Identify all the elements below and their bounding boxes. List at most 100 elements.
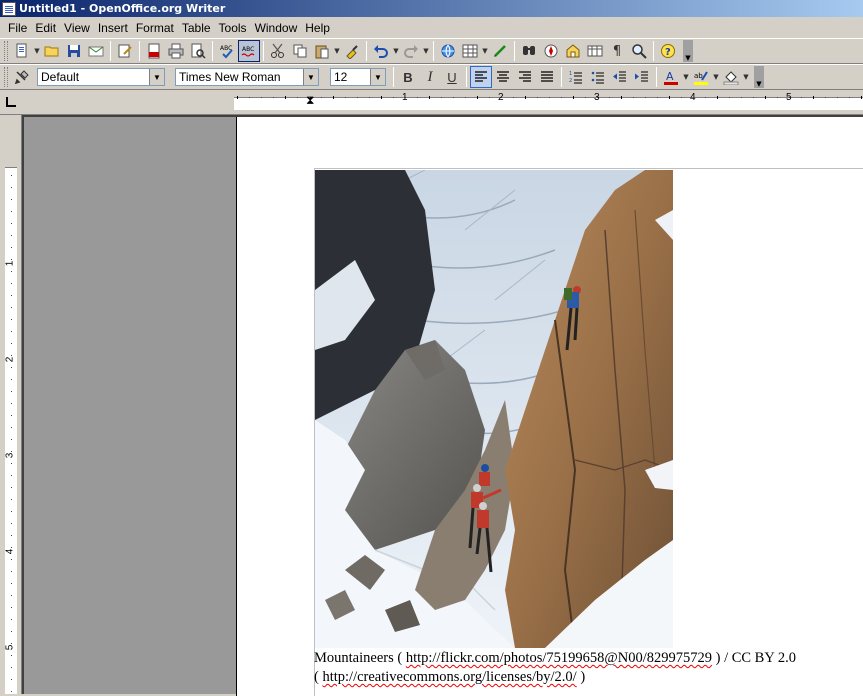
redo-dropdown-arrow[interactable]: ▼ xyxy=(422,40,430,62)
menu-format[interactable]: Format xyxy=(132,19,178,37)
ruler-tick xyxy=(11,691,12,692)
caption-prefix: Mountaineers ( xyxy=(314,650,406,666)
redo-icon[interactable] xyxy=(400,40,422,62)
increase-indent-icon[interactable] xyxy=(631,66,653,88)
ruler-tick xyxy=(11,547,12,548)
horizontal-ruler[interactable]: ⧗ 1 2 3 4 5 xyxy=(22,91,863,115)
ruler-tick xyxy=(549,97,550,98)
data-sources-icon[interactable] xyxy=(584,40,606,62)
background-color-dropdown-arrow[interactable]: ▼ xyxy=(742,66,750,88)
align-right-icon[interactable] xyxy=(514,66,536,88)
navigator-icon[interactable] xyxy=(540,40,562,62)
ruler-tick xyxy=(11,463,12,464)
autospellcheck-icon[interactable]: ABC xyxy=(238,40,260,62)
mountaineers-photo-drawing xyxy=(315,170,673,648)
toolbar-grip[interactable] xyxy=(4,41,8,61)
paragraph-style-value: Default xyxy=(41,70,80,84)
paste-icon[interactable] xyxy=(311,40,333,62)
styles-formatting-icon[interactable] xyxy=(11,66,33,88)
zoom-icon[interactable] xyxy=(628,40,650,62)
toolbar-separator xyxy=(433,41,434,61)
caption-url-license[interactable]: http://creativecommons.org/licenses/by/2… xyxy=(322,669,576,685)
caption-close-paren: ) xyxy=(576,669,586,685)
save-icon[interactable] xyxy=(63,40,85,62)
spellcheck-icon[interactable]: ABC xyxy=(216,40,238,62)
ruler-tick xyxy=(11,511,12,512)
undo-dropdown-arrow[interactable]: ▼ xyxy=(392,40,400,62)
export-pdf-icon[interactable] xyxy=(143,40,165,62)
copy-icon[interactable] xyxy=(289,40,311,62)
menu-tools[interactable]: Tools xyxy=(215,19,251,37)
hyperlink-icon[interactable] xyxy=(437,40,459,62)
page-preview-icon[interactable] xyxy=(187,40,209,62)
highlighting-dropdown-arrow[interactable]: ▼ xyxy=(712,66,720,88)
undo-icon[interactable] xyxy=(370,40,392,62)
paste-dropdown-arrow[interactable]: ▼ xyxy=(333,40,341,62)
font-size-select[interactable]: 12 ▼ xyxy=(330,68,386,86)
decrease-indent-icon[interactable] xyxy=(609,66,631,88)
ruler-tick xyxy=(789,97,790,98)
show-draw-functions-icon[interactable] xyxy=(489,40,511,62)
print-icon[interactable] xyxy=(165,40,187,62)
menu-window[interactable]: Window xyxy=(251,19,302,37)
numbering-icon[interactable]: 12 xyxy=(565,66,587,88)
indent-marker[interactable]: ⧗ xyxy=(306,93,314,108)
highlighting-icon[interactable]: ab xyxy=(690,66,712,88)
menu-view[interactable]: View xyxy=(60,19,94,37)
menu-table[interactable]: Table xyxy=(178,19,215,37)
align-left-icon[interactable] xyxy=(470,66,492,88)
help-icon[interactable]: ? xyxy=(657,40,679,62)
ruler-tick xyxy=(729,97,730,98)
toolbar-overflow-arrow[interactable]: ▼ xyxy=(754,66,764,88)
new-document-icon[interactable] xyxy=(11,40,33,62)
ruler-tick xyxy=(11,199,12,200)
underline-icon[interactable]: U xyxy=(441,66,463,88)
document-workspace[interactable]: Mountaineers ( http://flickr.com/photos/… xyxy=(22,115,863,696)
ruler-tick xyxy=(645,97,646,98)
new-dropdown-arrow[interactable]: ▼ xyxy=(33,40,41,62)
menu-help[interactable]: Help xyxy=(301,19,334,37)
edit-file-icon[interactable] xyxy=(114,40,136,62)
caption-line-1: Mountaineers ( http://flickr.com/photos/… xyxy=(314,649,863,668)
gallery-icon[interactable] xyxy=(562,40,584,62)
mountaineers-photo[interactable] xyxy=(315,170,673,648)
email-icon[interactable] xyxy=(85,40,107,62)
menu-insert[interactable]: Insert xyxy=(94,19,132,37)
image-caption[interactable]: Mountaineers ( http://flickr.com/photos/… xyxy=(314,649,863,687)
menu-bar: File Edit View Insert Format Table Tools… xyxy=(0,18,863,38)
vertical-ruler[interactable]: 1 2 3 4 5 xyxy=(0,115,22,694)
font-color-dropdown-arrow[interactable]: ▼ xyxy=(682,66,690,88)
text-boundary-line xyxy=(314,168,863,169)
bold-icon[interactable]: B xyxy=(397,66,419,88)
table-dropdown-arrow[interactable]: ▼ xyxy=(481,40,489,62)
open-folder-icon[interactable] xyxy=(41,40,63,62)
font-name-select[interactable]: Times New Roman ▼ xyxy=(175,68,319,86)
formatting-marks-icon[interactable]: ¶ xyxy=(606,40,628,62)
clone-formatting-icon[interactable] xyxy=(341,40,363,62)
chevron-down-icon[interactable]: ▼ xyxy=(149,69,164,85)
ruler-tick xyxy=(11,415,12,416)
chevron-down-icon[interactable]: ▼ xyxy=(370,69,385,85)
italic-icon[interactable]: I xyxy=(419,66,441,88)
font-color-icon[interactable]: A xyxy=(660,66,682,88)
table-icon[interactable] xyxy=(459,40,481,62)
menu-file[interactable]: File xyxy=(4,19,31,37)
background-color-icon[interactable] xyxy=(720,66,742,88)
find-replace-icon[interactable] xyxy=(518,40,540,62)
caption-url-flickr[interactable]: http://flickr.com/photos/75199658@N00/82… xyxy=(406,650,712,666)
toolbar-overflow-arrow[interactable]: ▼ xyxy=(683,40,693,62)
toolbar-grip[interactable] xyxy=(4,67,8,87)
ruler-tick xyxy=(11,391,12,392)
paragraph-style-select[interactable]: Default ▼ xyxy=(37,68,165,86)
svg-text:ABC: ABC xyxy=(242,46,254,53)
chevron-down-icon[interactable]: ▼ xyxy=(303,69,318,85)
menu-edit[interactable]: Edit xyxy=(31,19,60,37)
align-center-icon[interactable] xyxy=(492,66,514,88)
cut-icon[interactable] xyxy=(267,40,289,62)
bullets-icon[interactable] xyxy=(587,66,609,88)
writer-app-icon[interactable] xyxy=(2,1,16,16)
document-page[interactable]: Mountaineers ( http://flickr.com/photos/… xyxy=(236,117,863,696)
tab-stop-selector[interactable] xyxy=(0,91,22,115)
justify-icon[interactable] xyxy=(536,66,558,88)
toolbar-separator xyxy=(110,41,111,61)
